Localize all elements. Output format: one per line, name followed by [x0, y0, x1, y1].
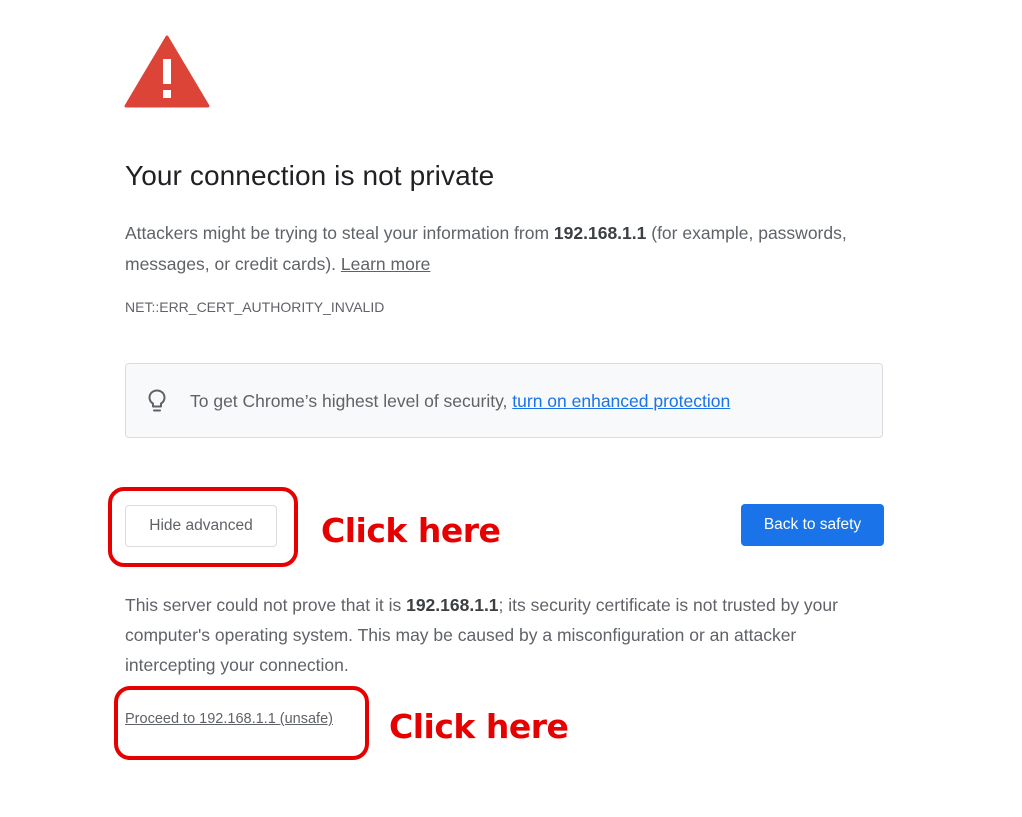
- host-name: 192.168.1.1: [553, 223, 647, 243]
- annotation-label-1: Click here: [321, 511, 501, 550]
- learn-more-link[interactable]: Learn more: [341, 254, 431, 274]
- annotation-circle-hide-advanced: [108, 487, 298, 567]
- details-prefix: This server could not prove that it is: [125, 595, 407, 615]
- privacy-error-page: Your connection is not private Attackers…: [0, 0, 1022, 817]
- enhanced-protection-link[interactable]: turn on enhanced protection: [512, 391, 730, 411]
- enhanced-protection-text: To get Chrome’s highest level of securit…: [190, 391, 513, 411]
- back-to-safety-button[interactable]: Back to safety: [741, 504, 884, 546]
- main-message: Attackers might be trying to steal your …: [125, 218, 865, 280]
- annotation-label-2: Click here: [389, 707, 569, 746]
- enhanced-protection-box: To get Chrome’s highest level of securit…: [125, 363, 883, 438]
- annotation-circle-proceed: [114, 686, 369, 760]
- enhanced-protection-message: To get Chrome’s highest level of securit…: [190, 391, 730, 412]
- page-title: Your connection is not private: [125, 160, 495, 191]
- warning-triangle-icon: [124, 35, 210, 108]
- error-code: NET::ERR_CERT_AUTHORITY_INVALID: [125, 299, 385, 315]
- lightbulb-icon: [148, 389, 166, 412]
- description-prefix: Attackers might be trying to steal your …: [125, 223, 554, 243]
- advanced-details: This server could not prove that it is 1…: [125, 590, 885, 680]
- details-host-name: 192.168.1.1: [406, 595, 499, 615]
